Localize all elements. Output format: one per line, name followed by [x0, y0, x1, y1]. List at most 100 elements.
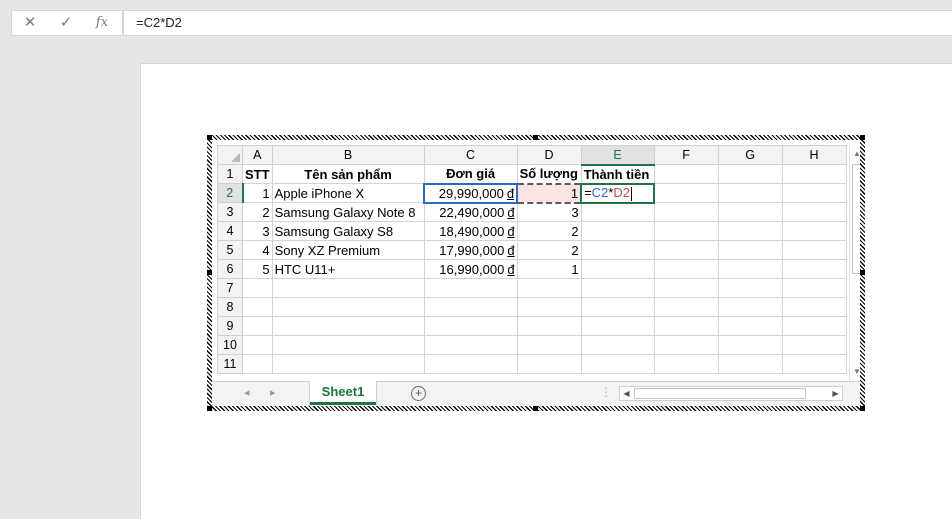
next-sheet-icon[interactable]: ▸: [270, 386, 276, 399]
tab-sheet1[interactable]: Sheet1: [310, 381, 376, 405]
resize-handle-bottom-right[interactable]: [860, 406, 865, 411]
cell[interactable]: [717, 183, 783, 203]
cell[interactable]: [653, 202, 719, 222]
cell[interactable]: [653, 259, 719, 279]
cell[interactable]: [271, 316, 425, 336]
cell[interactable]: [717, 202, 783, 222]
column-header-g[interactable]: G: [717, 145, 783, 165]
vertical-scroll-thumb[interactable]: [852, 164, 860, 274]
row-header[interactable]: 3: [217, 202, 243, 222]
scroll-up-icon[interactable]: ▲: [850, 147, 860, 161]
cell-stt[interactable]: 2: [242, 202, 273, 222]
cell[interactable]: [781, 221, 847, 241]
cell[interactable]: [717, 297, 783, 317]
cell[interactable]: [653, 278, 719, 298]
cell[interactable]: [781, 202, 847, 222]
function-icon[interactable]: fx: [90, 14, 114, 32]
row-header[interactable]: 9: [217, 316, 243, 336]
cell[interactable]: [717, 240, 783, 260]
cell[interactable]: [423, 316, 518, 336]
cancel-icon[interactable]: ✕: [18, 14, 42, 32]
cell[interactable]: [717, 316, 783, 336]
row-header[interactable]: 4: [217, 221, 243, 241]
resize-handle-top-right[interactable]: [860, 135, 865, 140]
cell[interactable]: [242, 354, 273, 374]
cell[interactable]: [717, 259, 783, 279]
enter-icon[interactable]: ✓: [54, 14, 78, 32]
tab-split-handle-icon[interactable]: ⋮: [600, 385, 612, 399]
cell[interactable]: [580, 354, 655, 374]
row-header[interactable]: 6: [217, 259, 243, 279]
header-cell-total[interactable]: Thành tiền: [580, 164, 655, 184]
cell-product-name[interactable]: Samsung Galaxy Note 8: [271, 202, 425, 222]
column-header-c[interactable]: C: [423, 145, 518, 165]
embedded-spreadsheet-frame[interactable]: A B C D E F G H 1 STT Tên sản phẩm Đơn g…: [207, 135, 865, 411]
cell[interactable]: [653, 316, 719, 336]
cell-total[interactable]: [580, 202, 655, 222]
column-header-d[interactable]: D: [516, 145, 582, 165]
scroll-right-icon[interactable]: ▶: [829, 387, 842, 400]
cell-unit-price[interactable]: 29,990,000 đ: [423, 182, 519, 204]
cell-product-name[interactable]: Sony XZ Premium: [271, 240, 425, 260]
cell[interactable]: [271, 354, 425, 374]
cell[interactable]: [242, 316, 273, 336]
cell[interactable]: [271, 335, 425, 355]
cell[interactable]: [781, 259, 847, 279]
cell-unit-price[interactable]: 22,490,000 đ: [423, 202, 518, 222]
prev-sheet-icon[interactable]: ◂: [244, 386, 250, 399]
column-header-f[interactable]: F: [653, 145, 719, 165]
cell[interactable]: [653, 221, 719, 241]
cell[interactable]: [516, 335, 582, 355]
cell[interactable]: [781, 240, 847, 260]
cell-product-name[interactable]: Apple iPhone X: [271, 183, 425, 203]
cell[interactable]: [781, 335, 847, 355]
cell[interactable]: [242, 335, 273, 355]
row-header[interactable]: 7: [217, 278, 243, 298]
resize-handle-bottom-left[interactable]: [207, 406, 212, 411]
header-cell-quantity[interactable]: Số lượng: [516, 164, 582, 184]
add-sheet-icon[interactable]: +: [411, 386, 426, 401]
cell[interactable]: [516, 297, 582, 317]
cell[interactable]: [580, 316, 655, 336]
cell[interactable]: [781, 278, 847, 298]
cell[interactable]: [242, 278, 273, 298]
cell[interactable]: [242, 297, 273, 317]
cell[interactable]: [580, 335, 655, 355]
row-header[interactable]: 5: [217, 240, 243, 260]
row-header[interactable]: 11: [217, 354, 243, 374]
cell[interactable]: [781, 183, 847, 203]
cell-quantity[interactable]: 2: [516, 221, 582, 241]
cell-product-name[interactable]: Samsung Galaxy S8: [271, 221, 425, 241]
header-cell-product-name[interactable]: Tên sản phẩm: [271, 164, 425, 184]
cell[interactable]: [423, 335, 518, 355]
cell-quantity[interactable]: 2: [516, 240, 582, 260]
cell-total[interactable]: [580, 221, 655, 241]
horizontal-scroll-thumb[interactable]: [634, 388, 806, 399]
row-header[interactable]: 2: [217, 183, 244, 203]
cell[interactable]: [781, 164, 847, 184]
row-header[interactable]: 8: [217, 297, 243, 317]
cell[interactable]: [516, 278, 582, 298]
cell-stt[interactable]: 1: [242, 183, 273, 203]
cell[interactable]: [653, 164, 719, 184]
select-all-corner[interactable]: [217, 145, 243, 165]
column-header-a[interactable]: A: [242, 145, 273, 165]
vertical-scrollbar[interactable]: ▲ ▼: [849, 145, 860, 381]
cell-unit-price[interactable]: 17,990,000 đ: [423, 240, 518, 260]
cell-stt[interactable]: 4: [242, 240, 273, 260]
cell-stt[interactable]: 3: [242, 221, 273, 241]
row-header[interactable]: 10: [217, 335, 243, 355]
cell-quantity[interactable]: 1: [516, 182, 583, 204]
cell-total-editing[interactable]: =C2*D2: [580, 182, 656, 204]
header-cell-unit-price[interactable]: Đơn giá: [423, 164, 518, 184]
formula-input[interactable]: =C2*D2: [124, 10, 952, 36]
column-header-h[interactable]: H: [781, 145, 847, 165]
column-header-b[interactable]: B: [271, 145, 425, 165]
resize-handle-right[interactable]: [860, 270, 865, 275]
cell-product-name[interactable]: HTC U11+: [271, 259, 425, 279]
cell-total[interactable]: [580, 240, 655, 260]
cell[interactable]: [423, 297, 518, 317]
resize-handle-bottom[interactable]: [533, 406, 538, 411]
cell[interactable]: [580, 278, 655, 298]
cell[interactable]: [781, 354, 847, 374]
